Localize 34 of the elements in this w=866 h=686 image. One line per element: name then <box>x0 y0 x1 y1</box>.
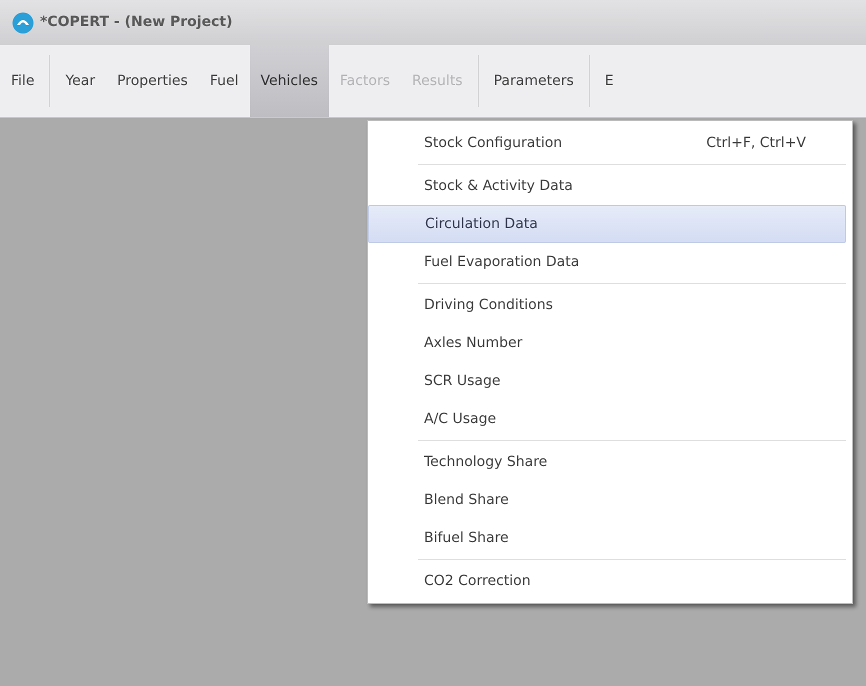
menu-tab[interactable]: Parameters <box>482 45 585 117</box>
menu-item[interactable]: Stock & Activity Data <box>368 167 846 205</box>
menu-item[interactable]: Axles Number <box>368 324 846 362</box>
menu-item-label: Stock & Activity Data <box>424 176 573 196</box>
window-title: *COPERT - (New Project) <box>40 13 232 32</box>
app-logo-icon <box>12 12 34 34</box>
menu-item-label: Driving Conditions <box>424 296 553 314</box>
menu-item[interactable]: Bifuel Share <box>368 519 846 557</box>
menu-item-label: Fuel Evaporation Data <box>424 252 580 272</box>
menu-tab[interactable]: File <box>0 45 46 117</box>
menu-tab[interactable]: E <box>594 45 625 117</box>
menu-item-label: SCR Usage <box>424 372 500 390</box>
menu-item-label: CO2 Correction <box>424 572 531 590</box>
menu-tab[interactable]: Fuel <box>198 45 250 117</box>
menu-tab[interactable]: Properties <box>106 45 199 117</box>
menu-item-label: Circulation Data <box>425 214 538 234</box>
menu-item[interactable]: CO2 Correction <box>368 562 846 600</box>
menu-item-label: Bifuel Share <box>424 528 509 548</box>
menu-item[interactable]: Blend Share <box>368 481 846 519</box>
menu-item-label: Technology Share <box>424 452 548 472</box>
shortcut-label: Ctrl+F, Ctrl+V <box>706 134 806 152</box>
menu-tab[interactable]: Vehicles <box>250 45 329 117</box>
menu-item-label: Axles Number <box>424 334 522 352</box>
menu-item-label: Stock Configuration <box>424 134 562 152</box>
menu-item[interactable]: Technology Share <box>368 443 846 481</box>
menu-item[interactable]: A/C Usage <box>368 400 846 438</box>
menu-item-label: A/C Usage <box>424 410 496 428</box>
menu-tab[interactable]: Year <box>54 45 106 117</box>
menu-item[interactable]: Circulation Data <box>368 205 846 243</box>
menu-item[interactable]: Driving Conditions <box>368 286 846 324</box>
menu-item[interactable]: Fuel Evaporation Data <box>368 243 846 281</box>
menu-item[interactable]: SCR Usage <box>368 362 846 400</box>
menu-item[interactable]: Stock Configuration Ctrl+F, Ctrl+V <box>368 124 846 162</box>
menu-item-label: Blend Share <box>424 490 509 510</box>
